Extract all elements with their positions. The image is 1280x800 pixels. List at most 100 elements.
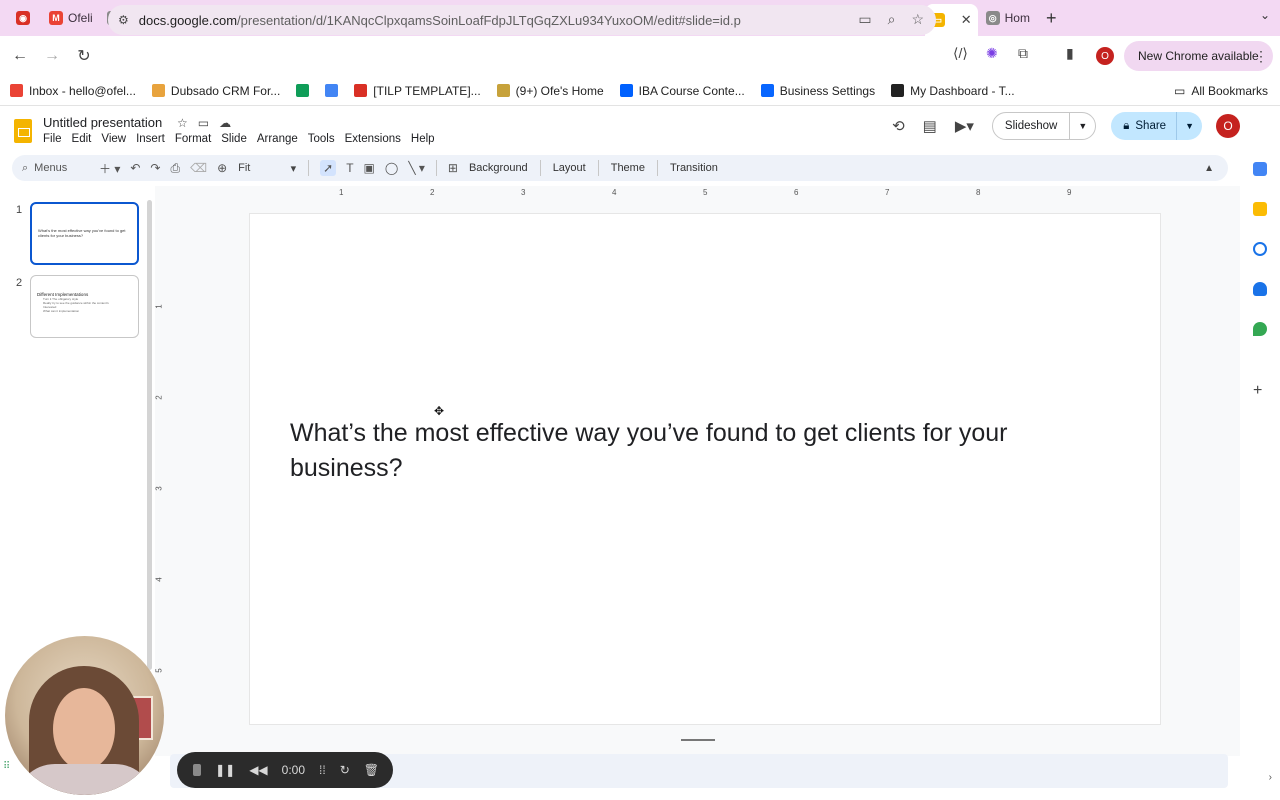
filmstrip-scrollbar[interactable] bbox=[147, 200, 152, 670]
new-tab-icon[interactable]: + bbox=[1046, 8, 1057, 29]
select-tool-icon[interactable]: ➚ bbox=[320, 160, 337, 176]
chrome-profile-avatar[interactable]: O bbox=[1096, 47, 1114, 65]
version-history-icon[interactable]: ⟲ bbox=[892, 117, 905, 135]
all-bookmarks-button[interactable]: ▭ All Bookmarks bbox=[1174, 84, 1268, 98]
new-slide-icon[interactable]: ＋ ▾ bbox=[99, 160, 120, 177]
account-avatar[interactable]: O bbox=[1216, 114, 1240, 138]
undo-icon[interactable]: ↶ bbox=[130, 161, 140, 175]
meet-video-icon[interactable]: ▶▾ bbox=[955, 117, 974, 135]
collapse-toolbar-icon[interactable]: ▲ bbox=[1204, 163, 1214, 174]
delete-icon[interactable]: 🗑︎ bbox=[364, 763, 379, 777]
camera-icon[interactable]: ▭ bbox=[858, 11, 871, 28]
cloud-saved-icon[interactable]: ☁ bbox=[219, 116, 231, 130]
rewind-icon[interactable]: ◀◀ bbox=[249, 763, 267, 777]
drag-handle-icon[interactable]: ⠿ bbox=[3, 761, 10, 772]
browser-tab[interactable]: ◉ bbox=[10, 4, 41, 32]
extension-sparkle-icon[interactable]: ✺ bbox=[986, 45, 998, 62]
slide-thumbnail-2[interactable]: Different Implementations Turn it The ob… bbox=[30, 275, 139, 338]
browser-tab[interactable]: M Ofeli bbox=[43, 4, 99, 32]
maps-icon[interactable] bbox=[1253, 322, 1267, 336]
grid-icon[interactable]: ⁞⁞ bbox=[319, 763, 326, 777]
bookmark-item[interactable]: IBA Course Conte... bbox=[619, 83, 745, 98]
bookmark-item[interactable]: [TILP TEMPLATE]... bbox=[354, 84, 481, 98]
menu-view[interactable]: View bbox=[101, 133, 126, 145]
keep-icon[interactable] bbox=[1253, 202, 1267, 216]
menus-search[interactable]: ⌕ Menus bbox=[22, 162, 94, 175]
bookmark-favicon-icon bbox=[296, 84, 310, 97]
print-icon[interactable]: ⎙ bbox=[170, 161, 180, 176]
slide-title-text[interactable]: What’s the most effective way you’ve fou… bbox=[290, 416, 1050, 486]
slide-canvas[interactable]: What’s the most effective way you’ve fou… bbox=[250, 214, 1160, 724]
new-chrome-available-button[interactable]: New Chrome available bbox=[1124, 41, 1273, 71]
shape-icon[interactable]: ◯ bbox=[385, 161, 398, 175]
share-dropdown-icon[interactable]: ▼ bbox=[1177, 121, 1202, 131]
paint-format-icon[interactable]: ⌫ bbox=[190, 161, 207, 175]
add-addon-icon[interactable]: + bbox=[1253, 382, 1262, 400]
slideshow-button[interactable]: Slideshow ▼ bbox=[991, 112, 1097, 140]
insert-image-icon[interactable]: ▣ bbox=[364, 161, 375, 175]
chrome-menu-icon[interactable]: ⋮ bbox=[1254, 48, 1268, 65]
tab-search-chevron-icon[interactable]: ⌄ bbox=[1260, 8, 1270, 22]
menu-extensions[interactable]: Extensions bbox=[345, 133, 401, 145]
webcam-bubble bbox=[5, 636, 164, 795]
site-info-icon[interactable]: ⚙ bbox=[118, 13, 129, 27]
extensions-puzzle-icon[interactable]: ⧉ bbox=[1018, 45, 1028, 62]
bookmark-item[interactable]: Inbox - hello@ofel... bbox=[10, 84, 136, 98]
pause-icon[interactable]: ❚❚ bbox=[215, 763, 235, 777]
zoom-icon[interactable]: ⊕ bbox=[217, 161, 227, 175]
menu-help[interactable]: Help bbox=[411, 133, 435, 145]
bookmark-item[interactable]: Business Settings bbox=[760, 83, 876, 98]
slide-thumbnail-1[interactable]: What's the most effective way you've fou… bbox=[30, 202, 139, 265]
menu-insert[interactable]: Insert bbox=[136, 133, 165, 145]
menu-format[interactable]: Format bbox=[175, 133, 211, 145]
back-arrow-icon[interactable]: ← bbox=[4, 47, 36, 65]
stop-recording-icon[interactable] bbox=[193, 764, 202, 776]
slides-logo-icon[interactable] bbox=[14, 119, 32, 143]
bookmark-label: Business Settings bbox=[779, 83, 876, 98]
extension-code-icon[interactable]: ⟨/⟩ bbox=[953, 45, 968, 62]
tab-close-icon[interactable]: ✕ bbox=[961, 12, 972, 28]
theme-button[interactable]: Theme bbox=[611, 162, 645, 174]
bookmark-star-icon[interactable]: ☆ bbox=[911, 11, 924, 28]
bookmark-item[interactable] bbox=[325, 84, 339, 97]
share-button[interactable]: 🔒︎ Share ▼ bbox=[1111, 112, 1202, 140]
bookmark-item[interactable] bbox=[296, 84, 310, 97]
restart-icon[interactable]: ↻ bbox=[340, 763, 350, 777]
menu-file[interactable]: File bbox=[43, 133, 62, 145]
zoom-select[interactable]: Fit ▾ bbox=[238, 162, 296, 175]
add-comment-icon[interactable]: ⊞ bbox=[448, 161, 458, 175]
menu-arrange[interactable]: Arrange bbox=[257, 133, 298, 145]
workspace-side-panel: + bbox=[1240, 152, 1280, 800]
side-panel-icon[interactable]: ▮ bbox=[1066, 45, 1074, 62]
expand-panel-chevron-icon[interactable]: › bbox=[1269, 772, 1272, 783]
comments-icon[interactable]: ▤ bbox=[923, 117, 937, 135]
bookmark-item[interactable]: (9+) Ofe's Home bbox=[496, 84, 604, 98]
zoom-icon[interactable]: ⌕ bbox=[888, 11, 896, 28]
ruler-tick-label: 4 bbox=[154, 577, 164, 582]
bookmark-item[interactable]: Dubsado CRM For... bbox=[151, 84, 280, 98]
slideshow-dropdown-icon[interactable]: ▼ bbox=[1070, 121, 1095, 131]
menu-tools[interactable]: Tools bbox=[308, 133, 335, 145]
redo-icon[interactable]: ↷ bbox=[150, 161, 160, 175]
text-box-icon[interactable]: T bbox=[346, 161, 353, 175]
menu-slide[interactable]: Slide bbox=[221, 133, 247, 145]
bookmark-label: IBA Course Conte... bbox=[638, 83, 745, 98]
reload-icon[interactable]: ↻ bbox=[68, 46, 100, 66]
browser-tab[interactable]: ◎ Hom bbox=[980, 4, 1036, 32]
tasks-icon[interactable] bbox=[1253, 242, 1267, 256]
document-title[interactable]: Untitled presentation bbox=[43, 115, 162, 130]
bookmark-item[interactable]: My Dashboard - T... bbox=[891, 84, 1015, 98]
transition-button[interactable]: Transition bbox=[670, 162, 718, 174]
calendar-icon[interactable] bbox=[1253, 162, 1267, 176]
line-icon[interactable]: ╲ ▾ bbox=[408, 161, 425, 175]
background-button[interactable]: Background bbox=[469, 162, 528, 174]
forward-arrow-icon[interactable]: → bbox=[36, 47, 68, 65]
address-bar[interactable]: ⚙ docs.google.com/presentation/d/1KANqcC… bbox=[108, 5, 936, 35]
slide-number: 1 bbox=[16, 204, 23, 216]
star-icon[interactable]: ☆ bbox=[177, 116, 188, 130]
contacts-icon[interactable] bbox=[1253, 282, 1267, 296]
move-folder-icon[interactable]: ▭ bbox=[198, 116, 209, 130]
layout-button[interactable]: Layout bbox=[553, 162, 586, 174]
speaker-notes-handle[interactable] bbox=[681, 739, 715, 741]
menu-edit[interactable]: Edit bbox=[72, 133, 92, 145]
